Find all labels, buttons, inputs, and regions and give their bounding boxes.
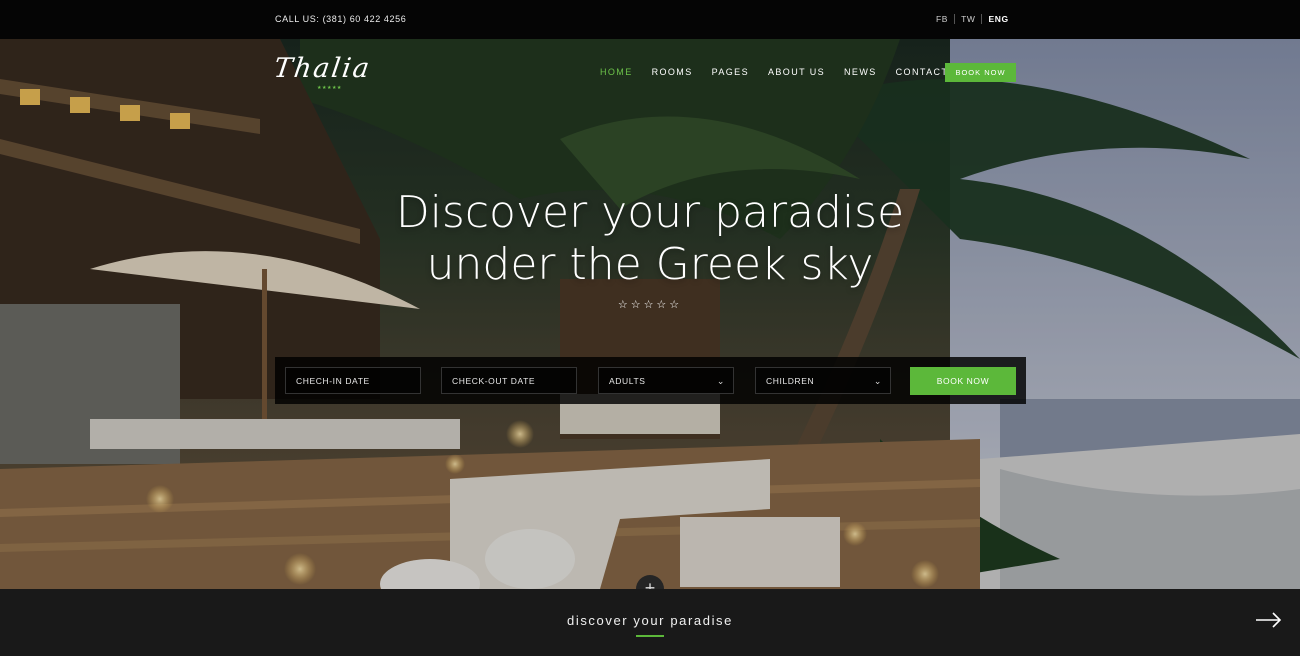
language-switcher: FB TW ENG <box>930 14 1015 24</box>
hero-headline: Discover your paradise under the Greek s… <box>0 187 1300 291</box>
chevron-down-icon: ⌄ <box>716 376 725 386</box>
checkin-date-placeholder: CHECH-IN DATE <box>296 376 370 386</box>
children-select-label: CHILDREN <box>766 376 815 386</box>
discover-strip: discover your paradise <box>0 589 1300 656</box>
adults-select[interactable]: ADULTS ⌄ <box>598 367 734 394</box>
tagline-underline <box>636 635 664 637</box>
thalia-logo[interactable]: Thalia ★★★★★ <box>271 53 374 93</box>
children-select[interactable]: CHILDREN ⌄ <box>755 367 891 394</box>
nav-item-pages[interactable]: PAGES <box>712 67 749 77</box>
nav-item-home[interactable]: HOME <box>600 67 633 77</box>
logo-stars: ★★★★★ <box>317 85 342 91</box>
adults-select-label: ADULTS <box>609 376 646 386</box>
nav-item-rooms[interactable]: ROOMS <box>652 67 693 77</box>
nav-book-now-button[interactable]: BOOK NOW <box>945 63 1016 82</box>
main-nav: HOME ROOMS PAGES ABOUT US NEWS CONTACT <box>600 67 967 77</box>
discover-tagline: discover your paradise <box>567 613 733 628</box>
hero-star-rating: ☆☆☆☆☆ <box>617 299 683 311</box>
nav-item-contact[interactable]: CONTACT <box>896 67 949 77</box>
lang-fb[interactable]: FB <box>930 14 954 24</box>
lang-eng[interactable]: ENG <box>982 14 1014 24</box>
chevron-down-icon: ⌄ <box>873 376 882 386</box>
hero-headline-line-1: Discover your paradise <box>395 187 905 238</box>
hero-headline-line-2: under the Greek sky <box>426 239 874 290</box>
call-us-text: CALL US: (381) 60 422 4256 <box>275 14 407 24</box>
nav-item-about-us[interactable]: ABOUT US <box>768 67 825 77</box>
hero-overlay <box>0 39 1300 589</box>
lang-tw[interactable]: TW <box>955 14 981 24</box>
checkout-date-placeholder: CHECK-OUT DATE <box>452 376 536 386</box>
checkout-date-field[interactable]: CHECK-OUT DATE <box>441 367 577 394</box>
nav-item-news[interactable]: NEWS <box>844 67 877 77</box>
hero-section: Thalia ★★★★★ HOME ROOMS PAGES ABOUT US N… <box>0 39 1300 589</box>
book-now-button[interactable]: BOOK NOW <box>910 367 1016 395</box>
checkin-date-field[interactable]: CHECH-IN DATE <box>285 367 421 394</box>
logo-text: Thalia <box>271 53 374 84</box>
top-bar: CALL US: (381) 60 422 4256 FB TW ENG <box>0 0 1300 39</box>
booking-form: CHECH-IN DATE CHECK-OUT DATE ADULTS ⌄ CH… <box>275 357 1026 404</box>
arrow-right-icon[interactable] <box>1255 611 1283 629</box>
